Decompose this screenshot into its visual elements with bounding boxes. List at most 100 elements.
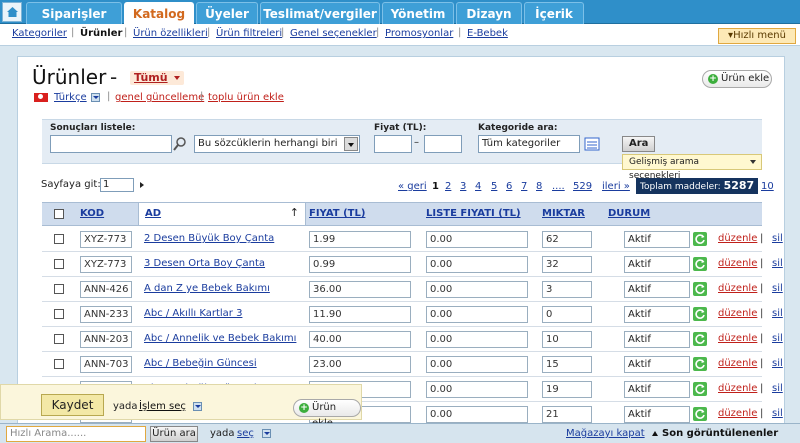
delete-link[interactable]: sil: [772, 358, 783, 369]
pagination-page-3[interactable]: 3: [460, 181, 466, 192]
add-product-button-top[interactable]: + Ürün ekle: [702, 70, 772, 88]
row-checkbox[interactable]: [54, 259, 64, 269]
pagination-prev[interactable]: « geri: [398, 181, 427, 192]
pagination-page-6[interactable]: 6: [506, 181, 512, 192]
status-select[interactable]: Aktif: [624, 306, 690, 323]
refresh-icon[interactable]: [693, 332, 707, 346]
product-search-button[interactable]: Ürün ara: [150, 426, 198, 442]
goto-page-input[interactable]: 1: [100, 178, 134, 192]
quantity-input[interactable]: 0: [542, 306, 592, 323]
product-name-link[interactable]: Abc / Bebeğin Güncesi: [144, 358, 257, 369]
subnav-e-bebek[interactable]: E-Bebek: [467, 28, 508, 39]
edit-link[interactable]: düzenle: [718, 358, 757, 369]
row-checkbox[interactable]: [54, 234, 64, 244]
row-checkbox[interactable]: [54, 284, 64, 294]
pagination-next[interactable]: ileri »: [602, 181, 630, 192]
subnav-urun-ozellikleri[interactable]: Ürün özellikleri: [133, 28, 208, 39]
quantity-input[interactable]: 10: [542, 331, 592, 348]
select-all-checkbox[interactable]: [54, 209, 64, 219]
list-price-input[interactable]: 0.00: [426, 231, 528, 248]
refresh-icon[interactable]: [693, 382, 707, 396]
product-name-link[interactable]: Abc / Annelik ve Bebek Bakımı: [144, 333, 296, 344]
refresh-icon[interactable]: [693, 232, 707, 246]
recently-viewed-toggle[interactable]: Son görüntülenenler: [662, 428, 778, 439]
delete-link[interactable]: sil: [772, 258, 783, 269]
price-min-input[interactable]: [374, 135, 412, 153]
edit-link[interactable]: düzenle: [718, 258, 757, 269]
edit-link[interactable]: düzenle: [718, 333, 757, 344]
pagination-page-2[interactable]: 2: [445, 181, 451, 192]
delete-link[interactable]: sil: [772, 283, 783, 294]
search-icon[interactable]: [172, 136, 188, 152]
edit-link[interactable]: düzenle: [718, 233, 757, 244]
tab-uyeler[interactable]: Üyeler: [196, 2, 258, 24]
delete-link[interactable]: sil: [772, 383, 783, 394]
delete-link[interactable]: sil: [772, 308, 783, 319]
close-store-link[interactable]: Mağazayı kapat: [566, 428, 645, 439]
action-dropdown-icon[interactable]: [193, 402, 202, 411]
status-select[interactable]: Aktif: [624, 406, 690, 423]
list-price-input[interactable]: 0.00: [426, 356, 528, 373]
quantity-input[interactable]: 3: [542, 281, 592, 298]
product-name-link[interactable]: Abc / Akıllı Kartlar 3: [144, 308, 242, 319]
column-header-status[interactable]: DURUM: [608, 208, 650, 219]
column-header-price[interactable]: FIYAT (TL): [309, 208, 365, 219]
select-link[interactable]: seç: [237, 428, 254, 439]
edit-link[interactable]: düzenle: [718, 283, 757, 294]
status-select[interactable]: Aktif: [624, 281, 690, 298]
edit-link[interactable]: düzenle: [718, 383, 757, 394]
price-input[interactable]: 1.99: [309, 231, 411, 248]
column-header-quantity[interactable]: MIKTAR: [542, 208, 585, 219]
add-product-button-bottom[interactable]: + Ürün ekle: [293, 399, 361, 429]
quantity-input[interactable]: 21: [542, 406, 592, 423]
tab-icerik[interactable]: İçerik: [524, 2, 584, 24]
items-per-page-link[interactable]: 10: [761, 181, 774, 192]
category-picker-icon[interactable]: [584, 136, 600, 152]
advanced-search-toggle[interactable]: Gelişmiş arama seçenekleri: [622, 154, 762, 181]
pagination-page-1[interactable]: 1: [432, 181, 439, 192]
quantity-input[interactable]: 19: [542, 381, 592, 398]
quick-menu-button[interactable]: ▾Hızlı menü: [718, 28, 796, 44]
quantity-input[interactable]: 32: [542, 256, 592, 273]
product-name-link[interactable]: A dan Z ye Bebek Bakımı: [144, 283, 270, 294]
quantity-input[interactable]: 62: [542, 231, 592, 248]
code-input[interactable]: ANN-426: [80, 281, 132, 298]
delete-link[interactable]: sil: [772, 233, 783, 244]
list-price-input[interactable]: 0.00: [426, 281, 528, 298]
product-name-link[interactable]: 3 Desen Orta Boy Çanta: [144, 258, 265, 269]
column-header-code[interactable]: KOD: [80, 208, 104, 219]
quick-search-input[interactable]: Hızlı Arama......: [6, 426, 146, 442]
status-select[interactable]: Aktif: [624, 381, 690, 398]
tab-yonetim[interactable]: Yönetim: [382, 2, 454, 24]
language-selector[interactable]: Türkçe: [54, 92, 87, 103]
product-name-link[interactable]: 2 Desen Büyük Boy Çanta: [144, 233, 274, 244]
status-select[interactable]: Aktif: [624, 356, 690, 373]
delete-link[interactable]: sil: [772, 333, 783, 344]
refresh-icon[interactable]: [693, 282, 707, 296]
subnav-genel-secenekler[interactable]: Genel seçenekler: [290, 28, 377, 39]
price-input[interactable]: 11.90: [309, 306, 411, 323]
filter-dropdown[interactable]: Tümü: [130, 71, 184, 85]
code-input[interactable]: ANN-703: [80, 356, 132, 373]
search-input[interactable]: [50, 135, 172, 153]
tab-siparisler[interactable]: Siparişler: [26, 2, 122, 24]
action-select-link[interactable]: İşlem seç: [139, 401, 186, 412]
tab-katalog[interactable]: Katalog: [124, 2, 194, 24]
code-input[interactable]: XYZ-773: [80, 256, 132, 273]
row-checkbox[interactable]: [54, 359, 64, 369]
pagination-page-4[interactable]: 4: [475, 181, 481, 192]
go-arrow-icon[interactable]: [140, 182, 144, 188]
search-mode-select[interactable]: Bu sözcüklerin herhangi biri: [194, 135, 360, 153]
code-input[interactable]: XYZ-773: [80, 231, 132, 248]
code-input[interactable]: ANN-233: [80, 306, 132, 323]
price-input[interactable]: 36.00: [309, 281, 411, 298]
tab-teslimat-vergiler[interactable]: Teslimat/vergiler: [260, 2, 380, 24]
save-button[interactable]: Kaydet: [41, 394, 104, 416]
category-input[interactable]: Tüm kategoriler: [478, 135, 580, 153]
status-select[interactable]: Aktif: [624, 256, 690, 273]
list-price-input[interactable]: 0.00: [426, 331, 528, 348]
code-input[interactable]: ANN-203: [80, 331, 132, 348]
price-input[interactable]: 40.00: [309, 331, 411, 348]
list-price-input[interactable]: 0.00: [426, 256, 528, 273]
status-select[interactable]: Aktif: [624, 331, 690, 348]
